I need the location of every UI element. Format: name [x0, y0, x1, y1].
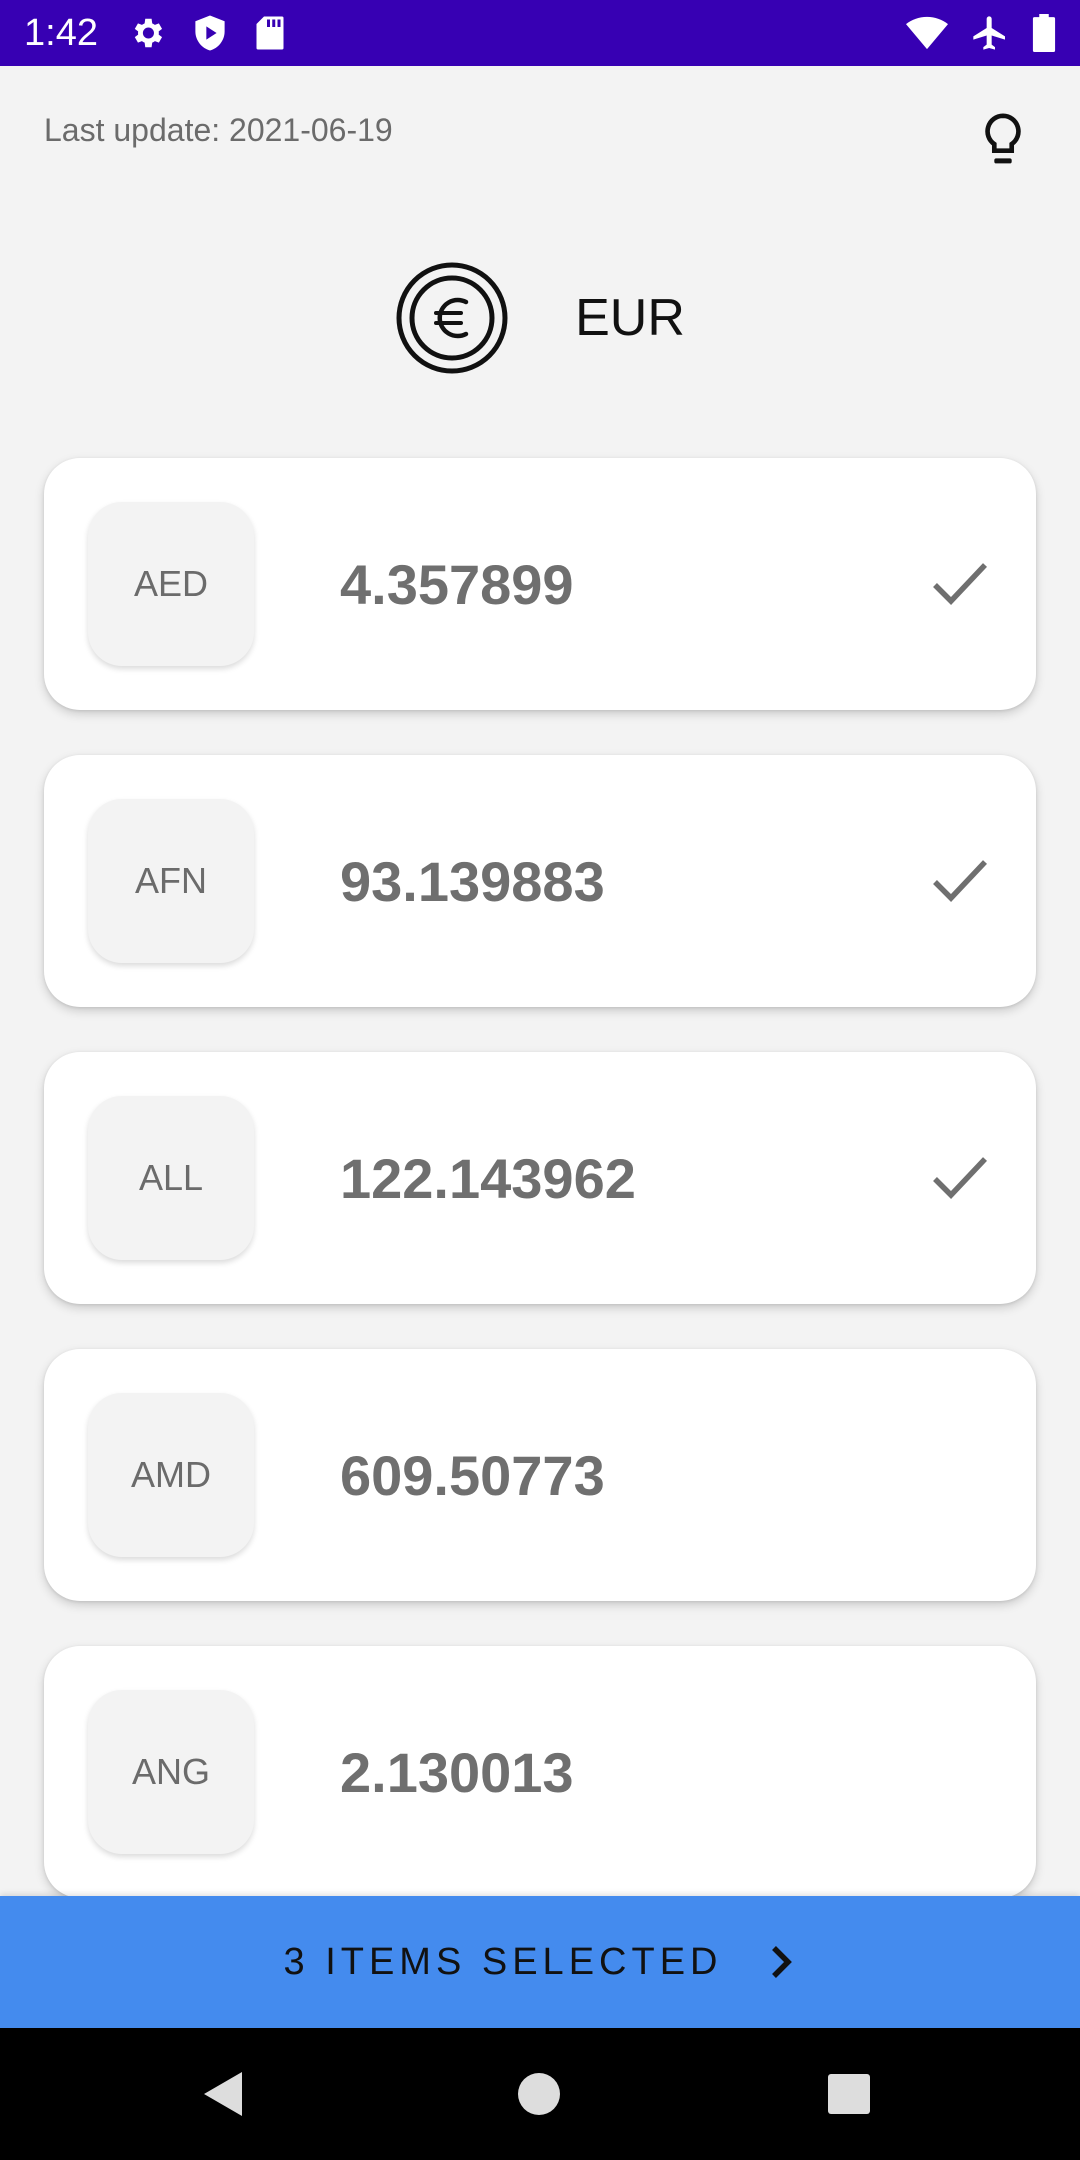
- battery-icon: [1032, 14, 1056, 52]
- currency-code: AFN: [88, 799, 254, 963]
- theme-toggle-button[interactable]: [970, 108, 1036, 174]
- currency-code: ALL: [88, 1096, 254, 1260]
- currency-card-afn[interactable]: AFN 93.139883: [44, 755, 1036, 1007]
- currency-card-all[interactable]: ALL 122.143962: [44, 1052, 1036, 1304]
- lightbulb-icon: [985, 113, 1021, 164]
- currency-rate: 93.139883: [340, 849, 605, 913]
- items-selected-button[interactable]: 3 ITEMS SELECTED: [0, 1896, 1080, 2028]
- checkmark-icon: [933, 563, 987, 605]
- base-currency-selector[interactable]: EUR: [0, 258, 1080, 378]
- euro-coin-icon: [396, 262, 508, 374]
- status-time: 1:42: [24, 11, 98, 54]
- back-icon[interactable]: [200, 2070, 244, 2118]
- currency-card-ang[interactable]: ANG 2.130013: [44, 1646, 1036, 1898]
- currency-rate: 609.50773: [340, 1443, 605, 1507]
- sd-card-icon: [254, 15, 286, 51]
- items-selected-label: 3 ITEMS SELECTED: [283, 1940, 723, 1983]
- base-currency-code: EUR: [575, 289, 685, 347]
- status-bar: 1:42: [0, 0, 1080, 66]
- currency-rate: 122.143962: [340, 1146, 636, 1210]
- checkmark-icon: [933, 860, 987, 902]
- recents-icon[interactable]: [828, 2074, 870, 2114]
- currency-code: AED: [88, 502, 254, 666]
- home-icon[interactable]: [517, 2072, 561, 2116]
- currency-code: AMD: [88, 1393, 254, 1557]
- settings-icon: [128, 14, 166, 52]
- last-update-text: Last update: 2021-06-19: [44, 112, 393, 148]
- currency-card-aed[interactable]: AED 4.357899: [44, 458, 1036, 710]
- shield-play-icon: [192, 14, 228, 52]
- system-nav-bar: [0, 2028, 1080, 2160]
- currency-rate: 4.357899: [340, 552, 574, 616]
- currency-card-amd[interactable]: AMD 609.50773: [44, 1349, 1036, 1601]
- airplane-icon: [970, 13, 1010, 53]
- wifi-icon: [906, 16, 948, 50]
- currency-code: ANG: [88, 1690, 254, 1854]
- currency-rate: 2.130013: [340, 1740, 574, 1804]
- chevron-right-icon: [772, 1946, 793, 1978]
- checkmark-icon: [933, 1157, 987, 1199]
